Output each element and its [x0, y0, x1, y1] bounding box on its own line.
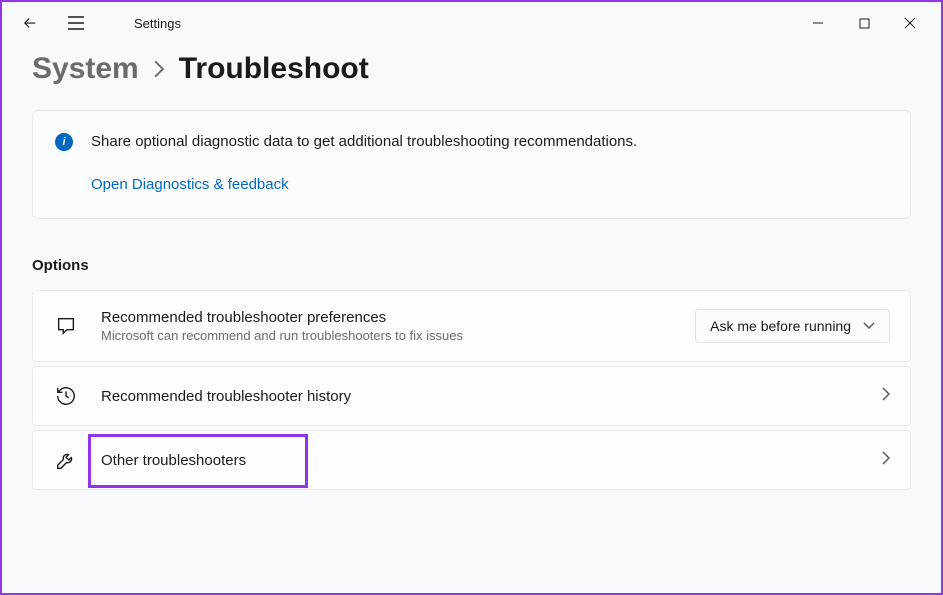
- option-body: Recommended troubleshooter preferences M…: [101, 309, 673, 343]
- option-action: Ask me before running: [695, 309, 890, 343]
- chat-icon: [53, 315, 79, 337]
- chevron-right-icon: [882, 387, 890, 401]
- chevron-down-icon: [863, 322, 875, 330]
- option-title: Other troubleshooters: [101, 452, 860, 469]
- app-title: Settings: [134, 16, 181, 31]
- option-subtitle: Microsoft can recommend and run troubles…: [101, 328, 673, 343]
- wrench-icon: [53, 449, 79, 471]
- titlebar: Settings: [2, 2, 941, 44]
- close-button[interactable]: [887, 7, 933, 39]
- back-button[interactable]: [10, 3, 50, 43]
- titlebar-left: Settings: [10, 3, 181, 43]
- diagnostics-link[interactable]: Open Diagnostics & feedback: [91, 176, 289, 193]
- option-action: [882, 451, 890, 470]
- option-title: Recommended troubleshooter preferences: [101, 309, 673, 326]
- chevron-right-icon: [882, 451, 890, 465]
- arrow-left-icon: [21, 14, 39, 32]
- minimize-button[interactable]: [795, 7, 841, 39]
- breadcrumb-current: Troubleshoot: [179, 52, 369, 86]
- dropdown-value: Ask me before running: [710, 318, 851, 334]
- maximize-button[interactable]: [841, 7, 887, 39]
- close-icon: [904, 17, 916, 29]
- content: System Troubleshoot i Share optional dia…: [2, 52, 941, 490]
- info-row: i Share optional diagnostic data to get …: [55, 131, 888, 152]
- hamburger-icon: [67, 16, 85, 30]
- minimize-icon: [812, 17, 824, 29]
- preferences-dropdown[interactable]: Ask me before running: [695, 309, 890, 343]
- breadcrumb-parent[interactable]: System: [32, 52, 139, 86]
- option-history[interactable]: Recommended troubleshooter history: [32, 366, 911, 426]
- history-icon: [53, 385, 79, 407]
- option-action: [882, 387, 890, 406]
- option-body: Recommended troubleshooter history: [101, 388, 860, 405]
- window-controls: [795, 7, 933, 39]
- option-body: Other troubleshooters: [101, 452, 860, 469]
- maximize-icon: [859, 18, 870, 29]
- breadcrumb: System Troubleshoot: [32, 52, 911, 86]
- option-other-troubleshooters[interactable]: Other troubleshooters: [32, 430, 911, 490]
- option-title: Recommended troubleshooter history: [101, 388, 860, 405]
- option-preferences[interactable]: Recommended troubleshooter preferences M…: [32, 290, 911, 362]
- info-card: i Share optional diagnostic data to get …: [32, 110, 911, 219]
- info-icon: i: [55, 133, 73, 151]
- chevron-right-icon: [153, 60, 165, 78]
- menu-button[interactable]: [56, 3, 96, 43]
- section-title: Options: [32, 257, 911, 274]
- info-text: Share optional diagnostic data to get ad…: [91, 131, 637, 152]
